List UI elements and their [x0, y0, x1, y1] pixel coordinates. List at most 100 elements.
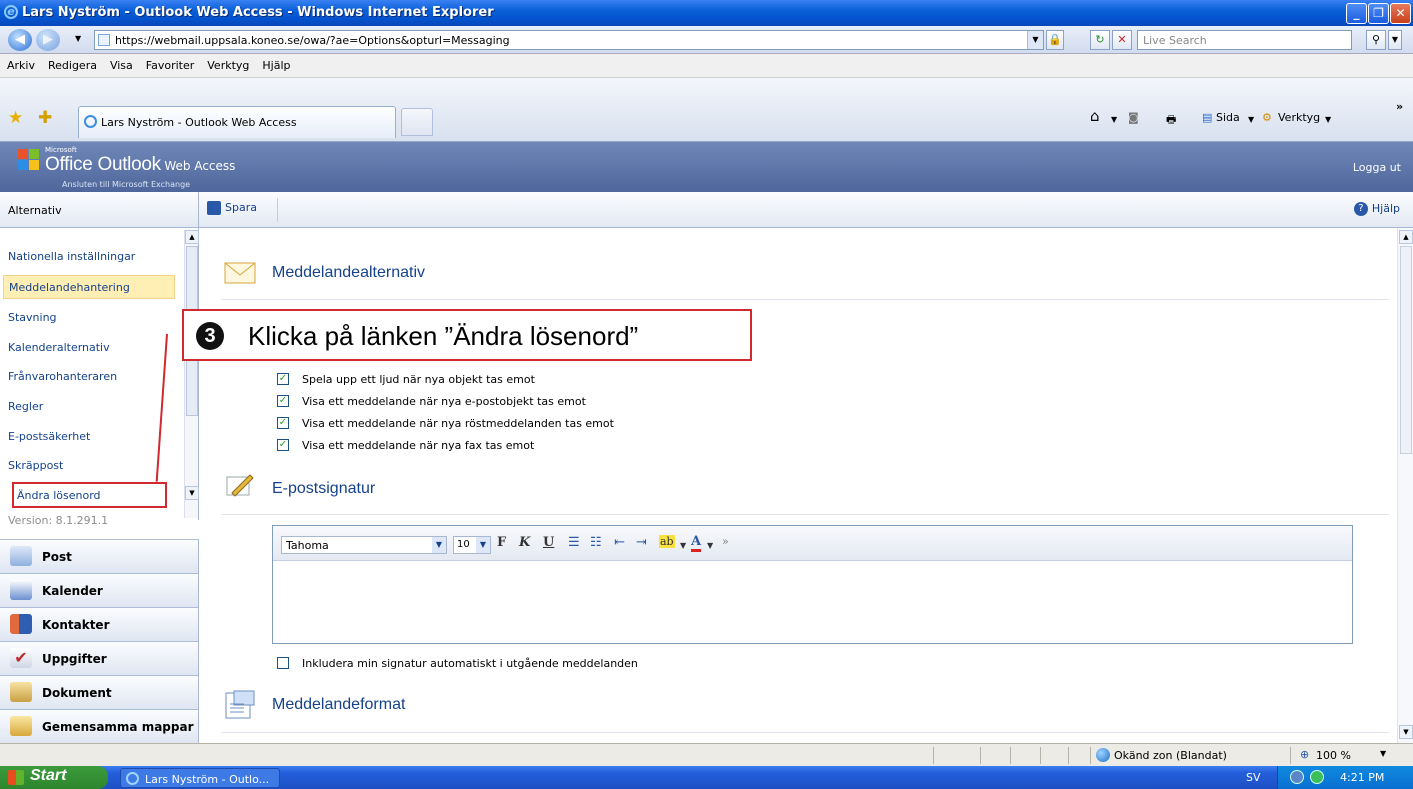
clock[interactable]: 4:21 PM: [1340, 771, 1384, 784]
url-dropdown-icon[interactable]: ▼: [1027, 31, 1043, 49]
url-input[interactable]: https://webmail.uppsala.koneo.se/owa/?ae…: [94, 30, 1044, 50]
refresh-button[interactable]: ↻: [1090, 30, 1110, 50]
option-change-password[interactable]: Ändra lösenord: [12, 482, 167, 508]
italic-button[interactable]: K: [519, 535, 530, 550]
logout-link[interactable]: Logga ut: [1353, 161, 1401, 174]
status-divider: [1090, 747, 1091, 764]
maximize-button[interactable]: ❐: [1368, 3, 1389, 24]
content-scrollbar[interactable]: ▲ ▼: [1397, 228, 1413, 743]
bold-button[interactable]: F: [497, 535, 506, 550]
nav-public-folders[interactable]: Gemensamma mappar: [0, 709, 199, 743]
chevron-more-icon[interactable]: »: [1396, 100, 1403, 113]
checkbox-auto-signature-label: Inkludera min signatur automatiskt i utg…: [302, 657, 638, 670]
checkbox-sound[interactable]: ✓: [277, 373, 289, 385]
nav-contacts[interactable]: Kontakter: [0, 607, 199, 641]
status-divider: [1068, 747, 1069, 764]
option-email-security[interactable]: E-postsäkerhet: [8, 425, 180, 449]
tab-title: Lars Nyström - Outlook Web Access: [101, 116, 297, 129]
checkbox-email-notify[interactable]: ✓: [277, 395, 289, 407]
tools-gear-icon[interactable]: ⚙: [1262, 111, 1272, 124]
font-select[interactable]: Tahoma ▼: [281, 536, 447, 554]
forward-button[interactable]: ▶: [36, 29, 60, 51]
lock-icon[interactable]: 🔒: [1046, 30, 1064, 50]
help-button[interactable]: ? Hjälp: [1353, 202, 1400, 216]
live-search-input[interactable]: Live Search: [1137, 30, 1352, 50]
option-junk-email[interactable]: Skräppost: [8, 454, 180, 478]
nav-mail[interactable]: Post: [0, 539, 199, 573]
minimize-button[interactable]: _: [1346, 3, 1367, 24]
numbering-icon[interactable]: ☷: [590, 535, 602, 550]
menu-visa[interactable]: Visa: [103, 54, 139, 72]
tools-menu[interactable]: Verktyg: [1278, 111, 1320, 124]
scroll-down-icon[interactable]: ▼: [185, 486, 199, 500]
font-size-select[interactable]: 10 ▼: [453, 536, 491, 554]
feeds-icon[interactable]: ◙: [1128, 111, 1139, 124]
option-rules[interactable]: Regler: [8, 395, 180, 419]
page-menu[interactable]: Sida: [1216, 111, 1240, 124]
font-color-icon[interactable]: A: [691, 535, 702, 552]
address-bar: ◀ ▶ ▼ https://webmail.uppsala.koneo.se/o…: [0, 26, 1413, 54]
help-icon: ?: [1353, 202, 1368, 216]
zoom-dropdown-icon[interactable]: ▼: [1380, 749, 1386, 758]
scroll-up-icon[interactable]: ▲: [1399, 230, 1413, 244]
underline-button[interactable]: U: [543, 535, 554, 550]
nav-documents[interactable]: Dokument: [0, 675, 199, 709]
nav-label: Kalender: [42, 584, 103, 598]
option-spelling[interactable]: Stavning: [8, 306, 180, 330]
bullets-icon[interactable]: ☰: [568, 535, 580, 550]
favorites-star-icon[interactable]: ★: [8, 108, 23, 128]
highlight-dropdown-icon[interactable]: ▼: [680, 540, 686, 550]
history-dropdown-icon[interactable]: ▼: [75, 34, 81, 43]
add-favorites-icon[interactable]: ✚: [38, 108, 52, 128]
font-size-value: 10: [457, 539, 470, 550]
taskbar-item-ie[interactable]: Lars Nyström - Outlo...: [120, 768, 280, 788]
menu-hjalp[interactable]: Hjälp: [255, 54, 296, 72]
left-scrollbar[interactable]: ▲ ▼: [184, 230, 199, 518]
menu-favoriter[interactable]: Favoriter: [139, 54, 200, 72]
editor-toolbar: Tahoma ▼ 10 ▼ F K U ☰ ☷ ⇤ ⇥ ab ▼ A ▼ »: [273, 526, 1352, 561]
option-regional[interactable]: Nationella inställningar: [8, 245, 180, 269]
menu-redigera[interactable]: Redigera: [41, 54, 103, 72]
option-oof[interactable]: Frånvarohanteraren: [8, 365, 180, 389]
checkbox-voicemail-notify-label: Visa ett meddelande när nya röstmeddelan…: [302, 417, 614, 430]
section-messaging-title: Meddelandealternativ: [272, 264, 425, 281]
close-button[interactable]: ✕: [1390, 3, 1411, 24]
scroll-thumb[interactable]: [1400, 246, 1412, 454]
start-button[interactable]: Start: [0, 766, 108, 789]
menu-arkiv[interactable]: Arkiv: [0, 54, 41, 72]
nav-tasks[interactable]: ✔ Uppgifter: [0, 641, 199, 675]
search-options-icon[interactable]: ▼: [1388, 30, 1402, 50]
new-tab-button[interactable]: [401, 108, 433, 136]
taskbar: Start Lars Nyström - Outlo... SV 4:21 PM: [0, 766, 1413, 789]
more-tools-icon[interactable]: »: [722, 535, 729, 548]
save-button[interactable]: Spara: [207, 201, 257, 215]
stop-button[interactable]: ✕: [1112, 30, 1132, 50]
tray-app-icon[interactable]: [1290, 770, 1304, 784]
option-messaging[interactable]: Meddelandehantering: [3, 275, 175, 299]
checkbox-fax-notify[interactable]: ✓: [277, 439, 289, 451]
highlight-icon[interactable]: ab: [659, 535, 675, 548]
outdent-icon[interactable]: ⇤: [614, 535, 625, 550]
back-button[interactable]: ◀: [8, 29, 32, 51]
signature-editor[interactable]: Tahoma ▼ 10 ▼ F K U ☰ ☷ ⇤ ⇥ ab ▼ A ▼ »: [272, 525, 1353, 644]
home-dropdown-icon[interactable]: ▼: [1111, 115, 1117, 124]
home-icon[interactable]: ⌂: [1090, 107, 1100, 125]
option-calendar[interactable]: Kalenderalternativ: [8, 336, 180, 360]
scroll-down-icon[interactable]: ▼: [1399, 725, 1413, 739]
security-zone[interactable]: Okänd zon (Blandat): [1114, 749, 1227, 762]
tab-active[interactable]: Lars Nyström - Outlook Web Access: [78, 106, 396, 138]
zoom-level[interactable]: 100 %: [1316, 749, 1351, 762]
nav-calendar[interactable]: Kalender: [0, 573, 199, 607]
tray-status-icon[interactable]: [1310, 770, 1324, 784]
page-menu-icon[interactable]: ▤: [1202, 111, 1212, 124]
scroll-up-icon[interactable]: ▲: [185, 230, 199, 244]
print-icon[interactable]: 🖶: [1166, 111, 1176, 130]
indent-icon[interactable]: ⇥: [636, 535, 647, 550]
menu-verktyg[interactable]: Verktyg: [200, 54, 255, 72]
brand-subtitle: Ansluten till Microsoft Exchange: [62, 180, 191, 189]
font-color-dropdown-icon[interactable]: ▼: [707, 540, 713, 550]
checkbox-auto-signature[interactable]: [277, 657, 289, 669]
search-icon[interactable]: ⚲: [1366, 30, 1386, 50]
checkbox-voicemail-notify[interactable]: ✓: [277, 417, 289, 429]
language-indicator[interactable]: SV: [1246, 771, 1261, 784]
